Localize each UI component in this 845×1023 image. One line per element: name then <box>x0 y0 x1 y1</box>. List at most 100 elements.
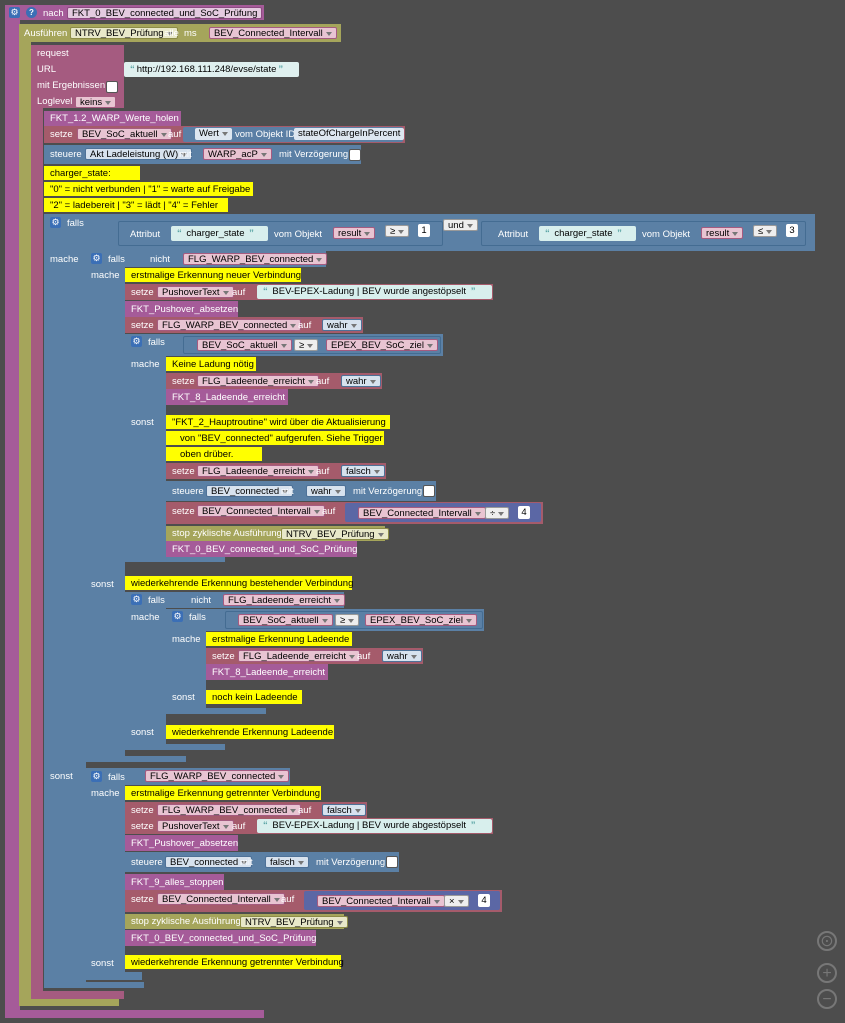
stop-cyclic-name[interactable]: NTRV_BEV_Prüfung <box>281 528 389 540</box>
operator-dropdown[interactable]: × <box>444 895 469 907</box>
not-keyword: nicht <box>191 595 212 606</box>
comment-text: "FKT_2_Hauptroutine" wird über die Aktua… <box>172 417 386 428</box>
quote-close-icon: ” <box>617 228 622 239</box>
with-results-checkbox[interactable] <box>106 81 118 93</box>
gear-icon[interactable]: ⚙ <box>50 217 61 228</box>
number-field[interactable]: 1 <box>418 224 430 237</box>
if-connected-end <box>86 972 142 980</box>
pushover-string[interactable]: “ BEV-EPEX-Ladung | BEV wurde angestöpse… <box>257 285 492 299</box>
boolean-dropdown[interactable]: wahr <box>382 650 422 662</box>
attribute-string[interactable]: “ charger_state ” <box>171 226 268 241</box>
boolean-dropdown[interactable]: falsch <box>341 465 385 477</box>
soc-var-field[interactable]: BEV_SoC_aktuell <box>77 128 172 140</box>
set-keyword: setze <box>131 821 154 832</box>
do-keyword: mache <box>91 788 120 799</box>
flag-var[interactable]: FLG_WARP_BEV_connected <box>157 804 302 816</box>
comment-text: wiederkehrende Erkennung bestehender Ver… <box>131 578 354 589</box>
zoom-in-icon[interactable]: + <box>817 963 837 983</box>
control-keyword: steuere <box>131 857 163 868</box>
control-keyword: steuere <box>172 486 204 497</box>
interval-var[interactable]: BEV_Connected_Intervall <box>157 893 285 905</box>
operator-dropdown[interactable]: ≥ <box>294 339 319 351</box>
set-keyword: setze <box>172 376 195 387</box>
pushover-string[interactable]: “ BEV-EPEX-Ladung | BEV wurde abgestöpse… <box>257 819 492 833</box>
operator-dropdown[interactable]: ÷ <box>485 507 510 519</box>
interval-var[interactable]: BEV_Connected_Intervall <box>197 505 325 517</box>
flag-var[interactable]: FLG_Ladeende_erreicht <box>223 594 345 606</box>
to-keyword: auf <box>168 129 182 140</box>
to-keyword: auf <box>357 651 371 662</box>
soc-target-var[interactable]: EPEX_BEV_SoC_ziel <box>326 339 438 351</box>
boolean-dropdown[interactable]: wahr <box>322 319 362 331</box>
logic-operator-dropdown[interactable]: und <box>443 219 478 231</box>
comment-text: erstmalige Erkennung Ladeende <box>212 634 350 645</box>
flag-var[interactable]: FLG_Ladeende_erreicht <box>238 650 360 662</box>
call-label: FKT_Pushover_absetzen <box>131 304 239 315</box>
attribute-string[interactable]: “ charger_state ” <box>539 226 636 241</box>
interval-var[interactable]: BEV_Connected_Intervall <box>358 507 486 519</box>
quote-open-icon: “ <box>545 228 550 239</box>
url-string[interactable]: “http://192.168.111.248/evse/state” <box>124 62 299 77</box>
soc-var[interactable]: BEV_SoC_aktuell <box>238 614 333 626</box>
if-block-end <box>44 982 144 988</box>
comment-text: "0" = nicht verbunden | "1" = warte auf … <box>50 184 251 195</box>
comment-text: erstmalige Erkennung getrennter Verbindu… <box>131 788 321 799</box>
operator-dropdown[interactable]: ≥ <box>335 614 360 626</box>
every-label: alle <box>164 28 179 39</box>
help-icon[interactable]: ? <box>26 7 37 18</box>
with-keyword: mit <box>179 149 192 160</box>
interval-name-field[interactable]: NTRV_BEV_Prüfung <box>70 27 178 39</box>
flag-var[interactable]: FLG_WARP_BEV_connected <box>183 253 328 265</box>
number-field[interactable]: 4 <box>518 506 530 519</box>
function-block-body <box>5 20 20 1012</box>
result-var[interactable]: result <box>333 227 376 239</box>
number-field[interactable]: 4 <box>478 894 490 907</box>
attribute-value: charger_state <box>186 228 245 239</box>
control-target-field[interactable]: Akt Ladeleistung (W) <box>85 148 193 160</box>
request-block-body <box>31 108 43 993</box>
gear-icon[interactable]: ⚙ <box>9 7 20 18</box>
boolean-dropdown[interactable]: falsch <box>265 856 309 868</box>
pushover-var[interactable]: PushoverText <box>157 286 234 298</box>
stop-cyclic-name[interactable]: NTRV_BEV_Prüfung <box>240 916 348 928</box>
gear-icon[interactable]: ⚙ <box>172 611 183 622</box>
number-field[interactable]: 3 <box>786 224 798 237</box>
else-keyword: sonst <box>50 771 73 782</box>
control-value-var[interactable]: WARP_acP <box>203 148 272 160</box>
gear-icon[interactable]: ⚙ <box>91 253 102 264</box>
else-keyword: sonst <box>172 692 195 703</box>
operator-dropdown[interactable]: ≤ <box>753 225 778 237</box>
value-dropdown[interactable]: Wert <box>195 128 232 140</box>
gear-icon[interactable]: ⚙ <box>131 336 142 347</box>
soc-var[interactable]: BEV_SoC_aktuell <box>197 339 292 351</box>
with-delay-checkbox[interactable] <box>386 856 398 868</box>
interval-var[interactable]: BEV_Connected_Intervall <box>209 27 337 39</box>
set-keyword: setze <box>131 894 154 905</box>
flag-var[interactable]: FLG_Ladeende_erreicht <box>197 465 319 477</box>
gear-icon[interactable]: ⚙ <box>91 771 102 782</box>
boolean-dropdown[interactable]: wahr <box>341 375 381 387</box>
flag-var[interactable]: FLG_Ladeende_erreicht <box>197 375 319 387</box>
function-name-field[interactable]: FKT_0_BEV_connected_und_SoC_Prüfung <box>67 7 263 19</box>
loglevel-dropdown[interactable]: keins <box>75 96 117 108</box>
pushover-var[interactable]: PushoverText <box>157 820 234 832</box>
soc-target-var[interactable]: EPEX_BEV_SoC_ziel <box>365 614 477 626</box>
operator-dropdown[interactable]: ≥ <box>385 225 410 237</box>
with-delay-checkbox[interactable] <box>423 485 435 497</box>
result-var[interactable]: result <box>701 227 744 239</box>
flag-var[interactable]: FLG_WARP_BEV_connected <box>145 770 290 782</box>
else-keyword: sonst <box>131 727 154 738</box>
zoom-out-icon[interactable]: − <box>817 989 837 1009</box>
center-icon[interactable]: ⊙ <box>817 931 837 951</box>
interval-var[interactable]: BEV_Connected_Intervall <box>317 895 445 907</box>
do-keyword: mache <box>172 634 201 645</box>
boolean-dropdown[interactable]: falsch <box>322 804 366 816</box>
quote-open-icon: “ <box>263 820 268 831</box>
with-delay-label: mit Verzögerung <box>316 857 386 868</box>
with-delay-checkbox[interactable] <box>349 149 361 161</box>
gear-icon[interactable]: ⚙ <box>131 594 142 605</box>
flag-var[interactable]: FLG_WARP_BEV_connected <box>157 319 302 331</box>
boolean-dropdown[interactable]: wahr <box>306 485 346 497</box>
else-keyword: sonst <box>91 579 114 590</box>
object-id-field[interactable]: stateOfChargeInPercent <box>294 128 405 140</box>
